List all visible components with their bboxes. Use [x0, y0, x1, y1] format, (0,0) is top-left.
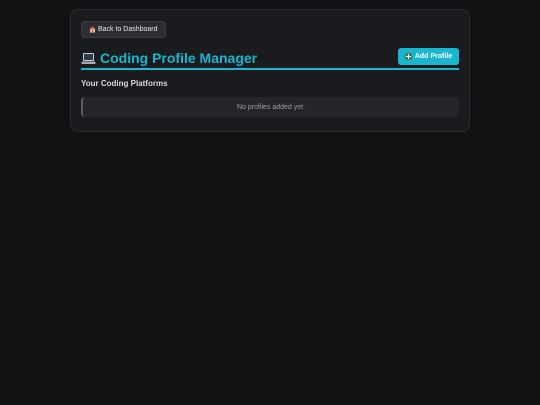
add-profile-label: Add Profile — [414, 53, 453, 60]
home-icon — [89, 26, 96, 33]
profile-manager-card: Back to Dashboard Coding Profile Manager… — [70, 9, 470, 132]
page-title-text: Coding Profile Manager — [100, 50, 258, 66]
add-profile-button[interactable]: Add Profile — [398, 48, 459, 65]
back-to-dashboard-button[interactable]: Back to Dashboard — [81, 21, 166, 38]
header-row: Coding Profile Manager Add Profile — [81, 48, 459, 70]
section-title: Your Coding Platforms — [81, 79, 168, 88]
page-title: Coding Profile Manager — [81, 50, 257, 66]
laptop-icon — [81, 52, 96, 65]
plus-icon — [404, 53, 412, 60]
empty-profiles-message: No profiles added yet. — [81, 97, 459, 117]
empty-profiles-text: No profiles added yet. — [236, 103, 306, 111]
back-to-dashboard-label: Back to Dashboard — [98, 26, 158, 33]
